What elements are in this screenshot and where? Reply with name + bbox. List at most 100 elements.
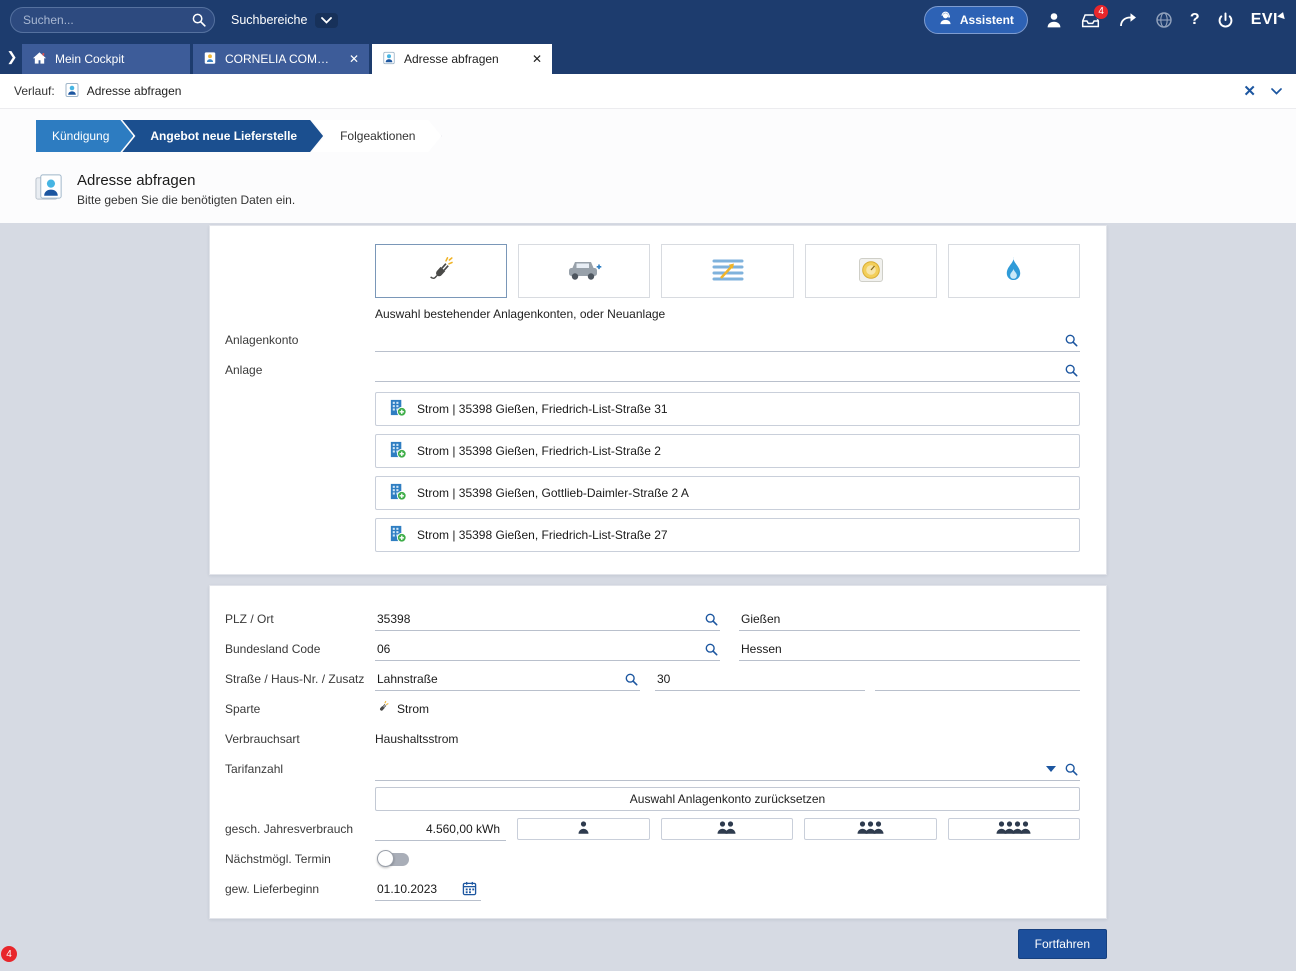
suchbereiche-button[interactable]: Suchbereiche (231, 13, 338, 28)
process-area: Verlauf: Adresse abfragen ✕ Kündigung An… (0, 74, 1296, 223)
bundesland-name-field (739, 637, 1080, 661)
search-icon[interactable] (1065, 334, 1078, 347)
evi-logo: EVI (1251, 11, 1286, 29)
close-process-icon[interactable]: ✕ (1243, 82, 1256, 100)
ort-input[interactable] (739, 607, 1080, 630)
verlauf-entry-label: Adresse abfragen (87, 84, 182, 98)
power-icon[interactable] (1217, 12, 1234, 29)
sparte-text: Strom (397, 702, 429, 716)
bundesland-name-input[interactable] (739, 637, 1080, 660)
tab-cornelia[interactable]: CORNELIA COMPLE... ✕ (193, 44, 369, 74)
search-icon[interactable] (1065, 364, 1078, 377)
household-2-persons-button[interactable] (661, 818, 794, 840)
building-plus-icon (388, 482, 407, 504)
step-folgeaktionen[interactable]: Folgeaktionen (312, 120, 441, 152)
plz-input[interactable] (375, 607, 720, 630)
plz-field (375, 607, 720, 631)
sparte-label: Sparte (225, 702, 375, 716)
strasse-input[interactable] (375, 667, 640, 690)
search-icon[interactable] (705, 613, 718, 626)
search-icon[interactable] (1065, 763, 1078, 776)
anlage-label: Anlage (225, 363, 375, 377)
search-icon[interactable] (705, 643, 718, 656)
step-angebot-neue-lieferstelle[interactable]: Angebot neue Lieferstelle (122, 120, 323, 152)
app-window: Suchbereiche Assistent 4 (0, 0, 1296, 971)
chevron-down-icon[interactable] (1046, 766, 1056, 772)
anlage-item-label: Strom | 35398 Gießen, Gottlieb-Daimler-S… (417, 486, 689, 500)
tab-label: Mein Cockpit (55, 52, 180, 66)
step-label: Angebot neue Lieferstelle (150, 129, 297, 143)
division-gas-button[interactable] (948, 244, 1080, 298)
redo-icon[interactable] (1118, 12, 1138, 28)
division-messwesen-button[interactable] (805, 244, 937, 298)
tab-adresse-abfragen[interactable]: Adresse abfragen ✕ (372, 44, 552, 74)
expand-panel-icon[interactable]: ❯ (2, 49, 22, 65)
anlagenkonto-input[interactable] (375, 328, 1080, 351)
jahresverbrauch-field (375, 817, 506, 841)
search-icon[interactable] (625, 673, 638, 686)
tarifanzahl-input[interactable] (375, 757, 1080, 780)
step-label: Folgeaktionen (340, 129, 415, 143)
fortfahren-button[interactable]: Fortfahren (1018, 929, 1107, 959)
jahresverbrauch-input[interactable] (375, 817, 506, 840)
building-plus-icon (388, 524, 407, 546)
bundesland-code-field (375, 637, 720, 661)
tab-mein-cockpit[interactable]: Mein Cockpit (22, 44, 190, 74)
corner-notification-badge[interactable]: 4 (1, 946, 17, 962)
tab-label: CORNELIA COMPLE... (225, 52, 337, 66)
bundesland-label: Bundesland Code (225, 642, 375, 656)
building-plus-icon (388, 398, 407, 420)
household-3-persons-button[interactable] (804, 818, 937, 840)
division-strom-button[interactable] (375, 244, 507, 298)
hausnr-field (655, 667, 865, 691)
messwesen-meter-icon (856, 255, 886, 288)
anlage-list-item[interactable]: Strom | 35398 Gießen, Friedrich-List-Str… (375, 392, 1080, 426)
strom-plug-icon (426, 255, 456, 288)
naechstmoegl-termin-toggle[interactable] (379, 853, 409, 866)
anlage-list-item[interactable]: Strom | 35398 Gießen, Gottlieb-Daimler-S… (375, 476, 1080, 510)
topbar-actions: Assistent 4 ? EVI (924, 6, 1286, 34)
verbrauchsart-value: Haushaltsstrom (375, 732, 458, 746)
household-4-persons-button[interactable] (948, 818, 1081, 840)
address-card-icon (34, 172, 65, 206)
anlagen-list: Strom | 35398 Gießen, Friedrich-List-Str… (375, 392, 1080, 560)
anlage-list-item[interactable]: Strom | 35398 Gießen, Friedrich-List-Str… (375, 434, 1080, 468)
verbrauchsart-label: Verbrauchsart (225, 732, 375, 746)
gas-flame-icon (1002, 255, 1025, 287)
contact-card-icon (203, 51, 217, 68)
inbox-tray-icon[interactable]: 4 (1080, 11, 1101, 29)
chevron-down-icon[interactable] (1271, 88, 1282, 95)
verlauf-entry[interactable]: Adresse abfragen (64, 82, 182, 101)
anlage-field (375, 358, 1080, 382)
page-subtitle: Bitte geben Sie die benötigten Daten ein… (77, 193, 295, 207)
lieferbeginn-label: gew. Lieferbeginn (225, 882, 375, 896)
topbar: Suchbereiche Assistent 4 (0, 0, 1296, 40)
plz-ort-label: PLZ / Ort (225, 612, 375, 626)
notification-badge: 4 (1093, 4, 1109, 20)
address-card-icon (64, 82, 80, 101)
hausnr-input[interactable] (655, 667, 865, 690)
search-input[interactable] (10, 7, 215, 33)
assistent-button[interactable]: Assistent (924, 6, 1028, 34)
household-1-person-button[interactable] (517, 818, 650, 840)
close-tab-icon[interactable]: ✕ (345, 52, 359, 66)
bundesland-code-input[interactable] (375, 637, 720, 660)
search-icon[interactable] (192, 13, 206, 30)
global-search[interactable] (10, 7, 215, 33)
globe-icon[interactable] (1155, 11, 1173, 29)
division-emobilitaet-button[interactable] (518, 244, 650, 298)
zusatz-input[interactable] (875, 667, 1080, 690)
anlagen-hint: Auswahl bestehender Anlagenkonten, oder … (375, 307, 1080, 321)
help-icon[interactable]: ? (1190, 11, 1200, 29)
anlage-item-label: Strom | 35398 Gießen, Friedrich-List-Str… (417, 528, 668, 542)
close-tab-icon[interactable]: ✕ (528, 52, 542, 66)
step-kuendigung[interactable]: Kündigung (36, 120, 133, 152)
tarifanzahl-field (375, 757, 1080, 781)
anlage-list-item[interactable]: Strom | 35398 Gießen, Friedrich-List-Str… (375, 518, 1080, 552)
division-fernwaerme-button[interactable] (661, 244, 793, 298)
assistent-icon (938, 11, 953, 29)
anlage-input[interactable] (375, 358, 1080, 381)
calendar-icon[interactable] (462, 881, 477, 896)
user-icon[interactable] (1045, 11, 1063, 29)
reset-anlagenkonto-button[interactable]: Auswahl Anlagenkonto zurücksetzen (375, 787, 1080, 811)
